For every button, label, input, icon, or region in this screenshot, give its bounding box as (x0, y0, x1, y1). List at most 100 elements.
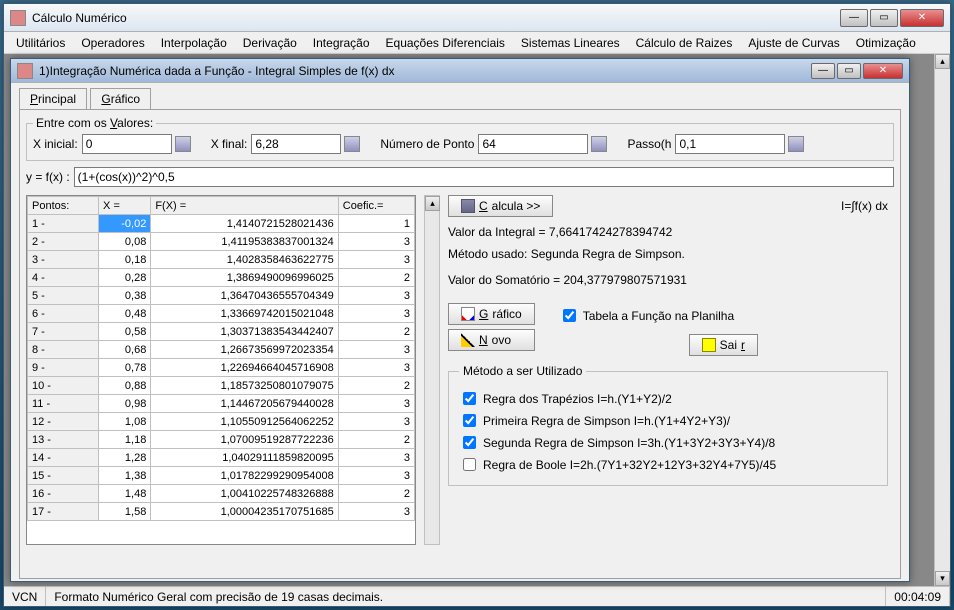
table-cell[interactable]: 0,88 (99, 377, 151, 395)
table-cell[interactable]: 6 - (28, 305, 99, 323)
table-cell[interactable]: 1,07009519287722236 (151, 431, 338, 449)
table-row[interactable]: 1 --0,021,41407215280214361 (28, 215, 415, 233)
table-cell[interactable]: 5 - (28, 287, 99, 305)
tab-principal[interactable]: PPrincipalrincipal (19, 88, 87, 110)
menu-otimizacao[interactable]: Otimização (848, 34, 924, 52)
table-cell[interactable]: 3 - (28, 251, 99, 269)
table-cell[interactable]: 1 (338, 215, 414, 233)
table-cell[interactable]: 1,14467205679440028 (151, 395, 338, 413)
table-cell[interactable]: 3 (338, 467, 414, 485)
method-simpson2[interactable]: Segunda Regra de Simpson I=3h.(Y1+3Y2+3Y… (459, 433, 877, 452)
sair-button[interactable]: Sair (689, 334, 758, 356)
input-x-inicial[interactable] (82, 134, 172, 154)
outer-titlebar[interactable]: Cálculo Numérico — ▭ ✕ (4, 4, 950, 32)
outer-scrollbar[interactable]: ▴ ▾ (934, 54, 950, 586)
tabela-checkbox-row[interactable]: Tabela a Função na Planilha (559, 306, 888, 325)
table-row[interactable]: 2 -0,081,411953838370013243 (28, 233, 415, 251)
table-cell[interactable]: 1,18573250801079075 (151, 377, 338, 395)
table-cell[interactable]: 1,41195383837001324 (151, 233, 338, 251)
table-cell[interactable]: 15 - (28, 467, 99, 485)
menu-eq-dif[interactable]: Equações Diferenciais (378, 34, 513, 52)
method-boole[interactable]: Regra de Boole I=2h.(7Y1+32Y2+12Y3+32Y4+… (459, 455, 877, 474)
calc-icon[interactable] (344, 136, 360, 152)
table-cell[interactable]: 17 - (28, 503, 99, 521)
input-num-pontos[interactable] (478, 134, 588, 154)
minimize-button[interactable]: — (840, 9, 868, 27)
table-cell[interactable]: 2 (338, 377, 414, 395)
tabela-checkbox[interactable] (563, 309, 576, 322)
table-row[interactable]: 14 -1,281,040291118598200953 (28, 449, 415, 467)
table-cell[interactable]: 1 - (28, 215, 99, 233)
calc-icon[interactable] (591, 136, 607, 152)
table-cell[interactable]: 1,48 (99, 485, 151, 503)
col-fx[interactable]: F(X) = (151, 197, 338, 215)
close-button[interactable]: ✕ (900, 9, 944, 27)
menu-operadores[interactable]: Operadores (73, 34, 152, 52)
table-cell[interactable]: 0,08 (99, 233, 151, 251)
input-passo[interactable] (675, 134, 785, 154)
table-cell[interactable]: 13 - (28, 431, 99, 449)
calc-icon[interactable] (175, 136, 191, 152)
table-cell[interactable]: 3 (338, 359, 414, 377)
table-cell[interactable]: 1,3869490096996025 (151, 269, 338, 287)
table-cell[interactable]: 1,36470436555704349 (151, 287, 338, 305)
inner-minimize-button[interactable]: — (811, 63, 835, 79)
scroll-up-icon[interactable]: ▴ (425, 196, 440, 211)
inner-maximize-button[interactable]: ▭ (837, 63, 861, 79)
col-coef[interactable]: Coefic.= (338, 197, 414, 215)
menu-sistemas[interactable]: Sistemas Lineares (513, 34, 628, 52)
table-cell[interactable]: 3 (338, 413, 414, 431)
table-cell[interactable]: 7 - (28, 323, 99, 341)
points-table-wrap[interactable]: Pontos: X = F(X) = Coefic.= 1 --0,021,41… (26, 195, 416, 545)
table-row[interactable]: 10 -0,881,185732508010790752 (28, 377, 415, 395)
table-cell[interactable]: 0,68 (99, 341, 151, 359)
table-row[interactable]: 17 -1,581,000042351707516853 (28, 503, 415, 521)
table-cell[interactable]: 1,01782299290954008 (151, 467, 338, 485)
table-cell[interactable]: 2 (338, 269, 414, 287)
table-cell[interactable]: 1,4028358463622775 (151, 251, 338, 269)
table-cell[interactable]: 3 (338, 251, 414, 269)
table-cell[interactable]: 2 (338, 485, 414, 503)
table-cell[interactable]: 0,78 (99, 359, 151, 377)
inner-close-button[interactable]: ✕ (863, 63, 903, 79)
table-cell[interactable]: 3 (338, 503, 414, 521)
table-cell[interactable]: 3 (338, 305, 414, 323)
table-row[interactable]: 3 -0,181,40283584636227753 (28, 251, 415, 269)
table-cell[interactable]: 1,04029111859820095 (151, 449, 338, 467)
table-cell[interactable]: 1,00004235170751685 (151, 503, 338, 521)
table-row[interactable]: 9 -0,781,226946640457169083 (28, 359, 415, 377)
menu-integracao[interactable]: Integração (305, 34, 378, 52)
table-cell[interactable]: 2 - (28, 233, 99, 251)
table-cell[interactable]: 9 - (28, 359, 99, 377)
table-row[interactable]: 4 -0,281,38694900969960252 (28, 269, 415, 287)
table-row[interactable]: 15 -1,381,017822992909540083 (28, 467, 415, 485)
table-cell[interactable]: 14 - (28, 449, 99, 467)
table-cell[interactable]: 0,48 (99, 305, 151, 323)
table-cell[interactable]: 1,38 (99, 467, 151, 485)
table-cell[interactable]: 0,38 (99, 287, 151, 305)
menu-utilitarios[interactable]: Utilitários (8, 34, 73, 52)
novo-button[interactable]: Novo (448, 329, 535, 351)
table-row[interactable]: 11 -0,981,144672056794400283 (28, 395, 415, 413)
table-cell[interactable]: 1,18 (99, 431, 151, 449)
table-row[interactable]: 12 -1,081,105509125640622523 (28, 413, 415, 431)
calcula-button[interactable]: Calcula >> (448, 195, 553, 217)
table-cell[interactable]: 1,58 (99, 503, 151, 521)
table-cell[interactable]: 0,98 (99, 395, 151, 413)
scroll-down-icon[interactable]: ▾ (935, 571, 950, 586)
table-row[interactable]: 7 -0,581,303713835434424072 (28, 323, 415, 341)
input-x-final[interactable] (251, 134, 341, 154)
table-cell[interactable]: 3 (338, 341, 414, 359)
table-cell[interactable]: 1,26673569972023354 (151, 341, 338, 359)
inner-titlebar[interactable]: 1)Integração Numérica dada a Função - In… (11, 59, 909, 83)
col-pontos[interactable]: Pontos: (28, 197, 99, 215)
table-cell[interactable]: 1,28 (99, 449, 151, 467)
col-x[interactable]: X = (99, 197, 151, 215)
table-cell[interactable]: 2 (338, 431, 414, 449)
scroll-up-icon[interactable]: ▴ (935, 54, 950, 69)
table-cell[interactable]: -0,02 (99, 215, 151, 233)
table-scrollbar[interactable]: ▴ (424, 195, 440, 545)
table-cell[interactable]: 4 - (28, 269, 99, 287)
table-row[interactable]: 5 -0,381,364704365557043493 (28, 287, 415, 305)
table-cell[interactable]: 1,22694664045716908 (151, 359, 338, 377)
